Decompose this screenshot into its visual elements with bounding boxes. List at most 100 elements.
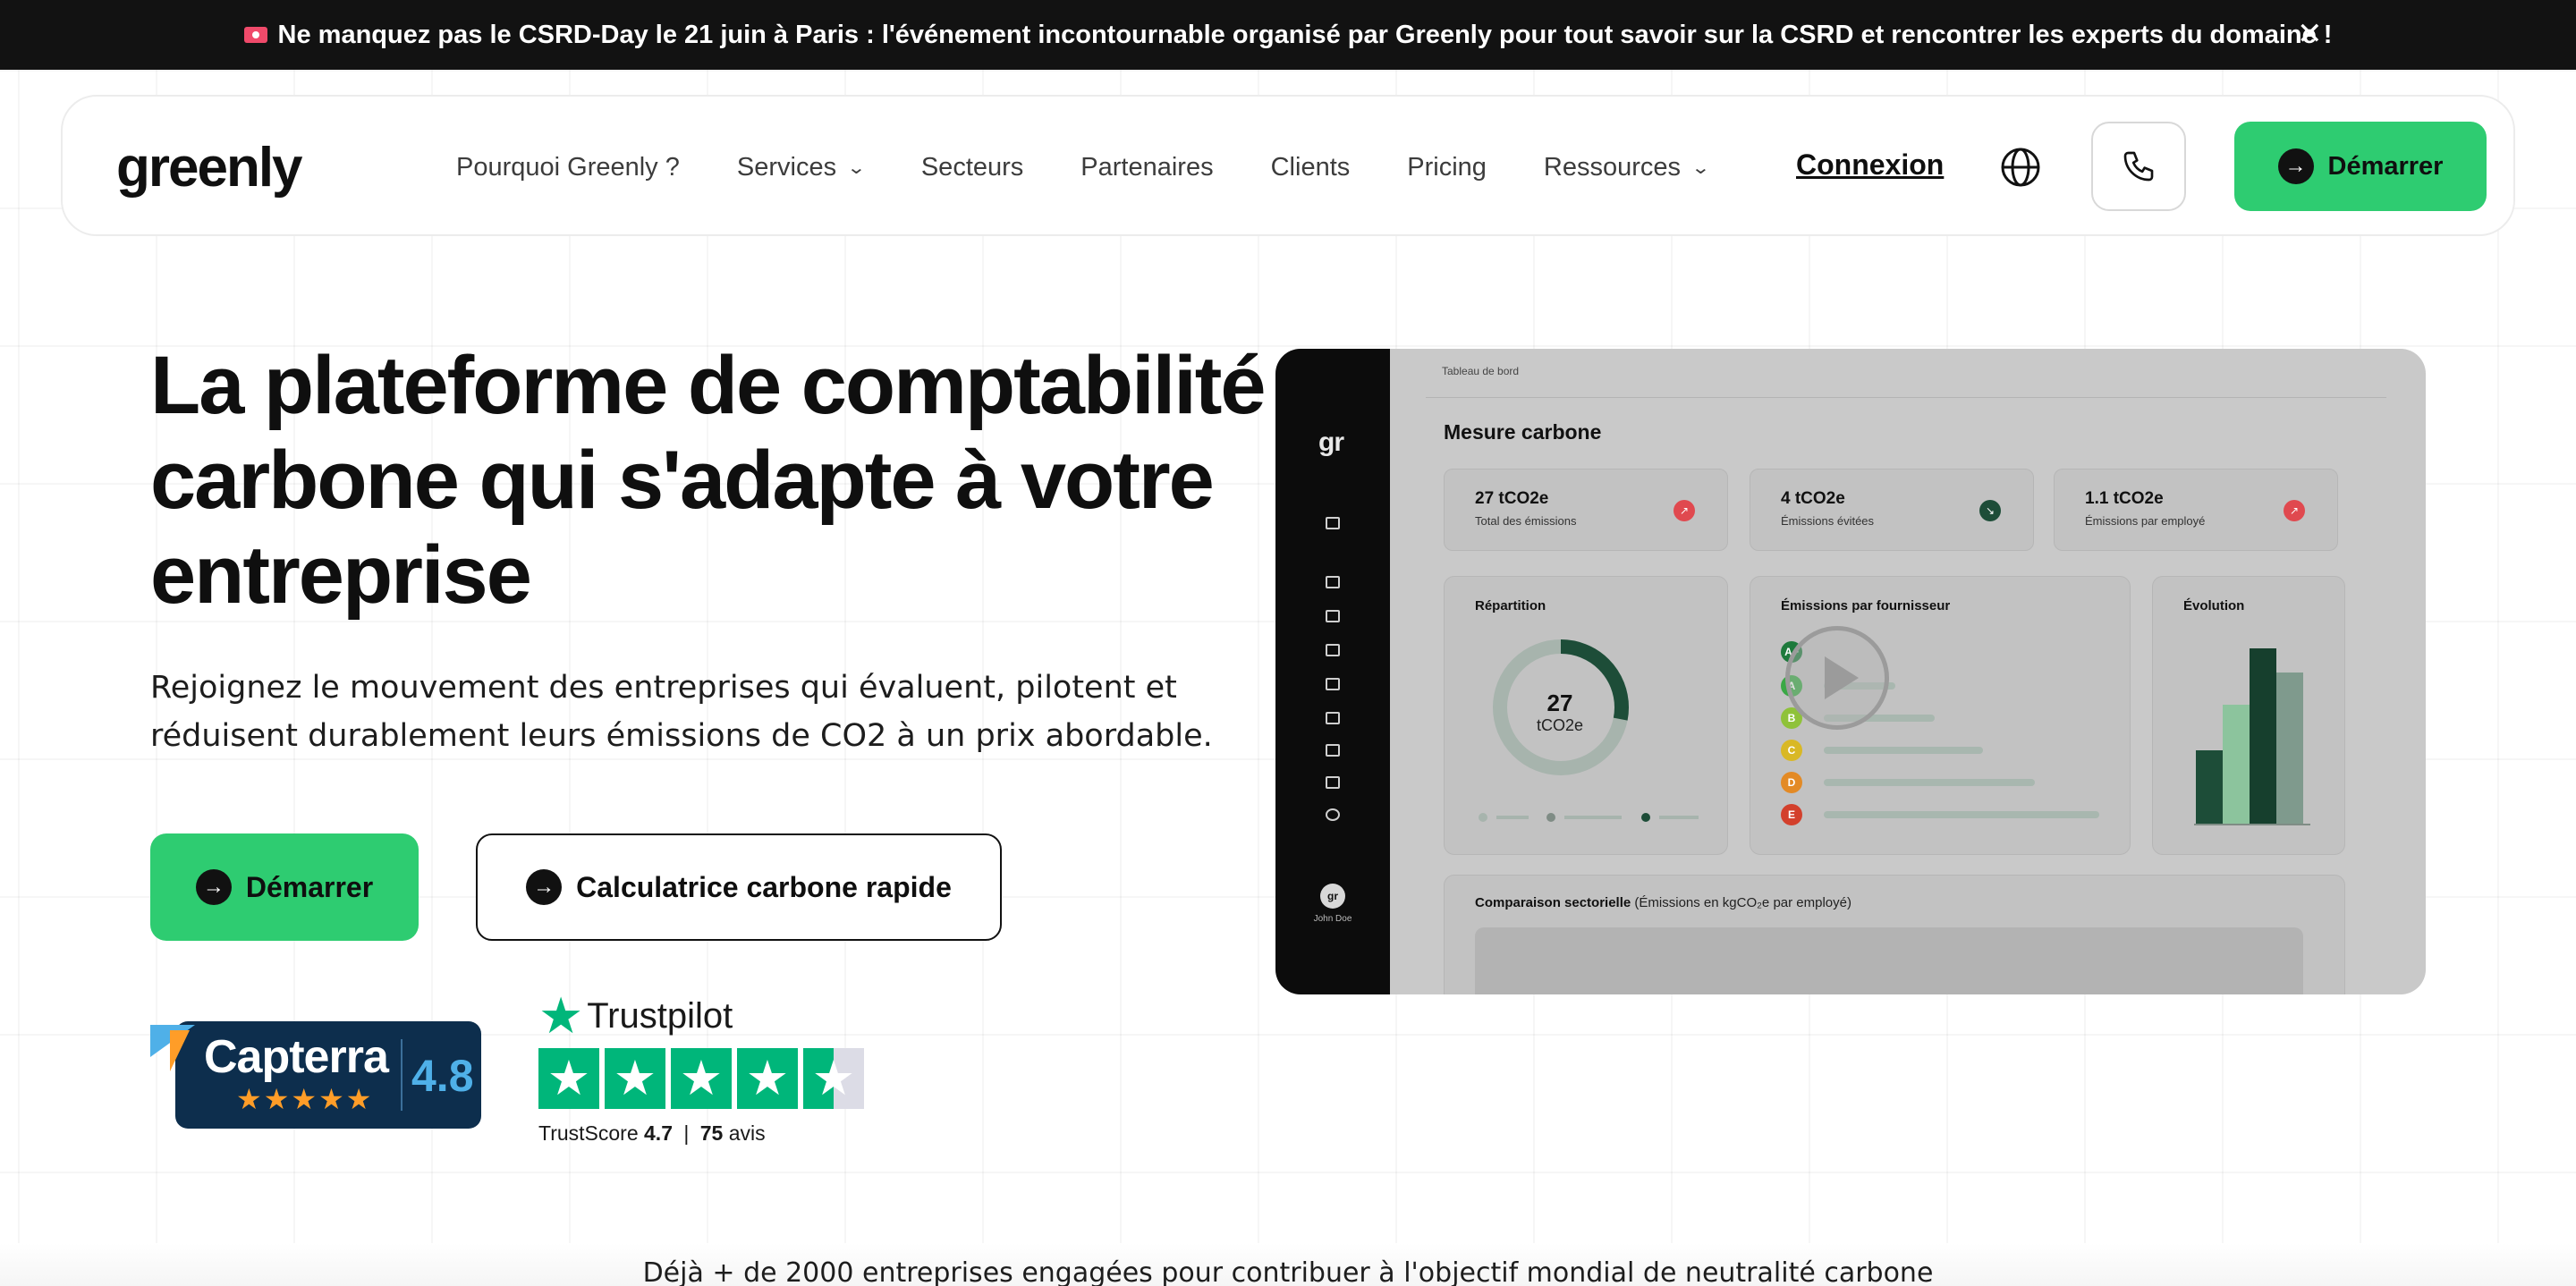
upload-icon xyxy=(1326,576,1340,588)
nav-link-clients[interactable]: Clients xyxy=(1271,153,1351,182)
review-count-label: avis xyxy=(728,1121,766,1145)
nav-link-ressources[interactable]: Ressources ⌄ xyxy=(1543,152,1711,182)
arrow-right-icon: → xyxy=(526,869,563,905)
banner-text: Ne manquez pas le CSRD-Day le 21 juin à … xyxy=(277,20,2333,49)
trustscore-label: TrustScore xyxy=(538,1121,639,1145)
star-icon: ★ xyxy=(671,1048,732,1109)
review-count: 75 xyxy=(699,1121,724,1145)
kpi-card: 27 tCO2e Total des émissions ↗ xyxy=(1444,469,1728,551)
dashboard-title: Mesure carbone xyxy=(1444,420,1602,444)
evolution-bar xyxy=(2196,750,2223,824)
users-icon xyxy=(1326,644,1340,656)
star-icon: ★ xyxy=(605,1048,665,1109)
star-icon: ★ xyxy=(737,1048,798,1109)
capterra-score: 4.8 xyxy=(411,1051,474,1101)
capterra-logo-accent xyxy=(170,1030,190,1071)
arrow-right-icon: → xyxy=(2277,148,2314,184)
dashboard-video-preview[interactable]: gr gr John Doe Tableau de bord Mesure ca… xyxy=(1275,349,2426,994)
comparison-subtitle: (Émissions en kgCO₂e par employé) xyxy=(1634,895,1852,910)
ticket-icon xyxy=(243,27,267,43)
card-title: Répartition xyxy=(1475,598,1546,613)
trustpilot-score: TrustScore 4.7 | 75 avis xyxy=(538,1121,766,1146)
grade-badge: C xyxy=(1781,740,1802,761)
grade-badge: E xyxy=(1781,804,1802,825)
kpi-value: 1.1 tCO2e xyxy=(2085,489,2164,508)
trustscore-separator: | xyxy=(683,1121,690,1145)
grade-bar xyxy=(1824,811,2099,818)
nav-link-label: Pricing xyxy=(1407,152,1487,182)
hero-title: La plateforme de comptabilité carbone qu… xyxy=(150,340,1267,621)
logo-text: greenly xyxy=(116,137,303,199)
grid-icon xyxy=(1326,517,1340,529)
nav-link-pourquoi[interactable]: Pourquoi Greenly ? xyxy=(456,153,680,182)
nav-link-label: Clients xyxy=(1270,152,1351,182)
card-title: Comparaison sectorielle (Émissions en kg… xyxy=(1475,895,1852,910)
capterra-badge[interactable]: Capterra ★★★★★ 4.8 xyxy=(150,1018,481,1129)
kpi-value: 4 tCO2e xyxy=(1781,489,1845,508)
nav-link-services[interactable]: Services ⌄ xyxy=(737,153,867,182)
capterra-divider xyxy=(401,1039,402,1111)
sector-comparison-card: Comparaison sectorielle (Émissions en kg… xyxy=(1444,875,2345,994)
report-icon xyxy=(1326,712,1340,724)
carbon-calculator-button[interactable]: → Calculatrice carbone rapide xyxy=(476,833,1002,941)
main-navigation: greenly Pourquoi Greenly ? Services ⌄ Sec… xyxy=(61,95,2515,236)
phone-icon xyxy=(2123,151,2154,182)
nav-link-label: Secteurs xyxy=(920,152,1024,182)
kpi-value: 27 tCO2e xyxy=(1475,489,1549,508)
nav-link-label: Partenaires xyxy=(1080,152,1214,182)
nav-link-pricing[interactable]: Pricing xyxy=(1407,153,1487,182)
globe-icon[interactable] xyxy=(2000,147,2041,188)
trustpilot-name: Trustpilot xyxy=(587,995,733,1036)
start-button-label: Démarrer xyxy=(245,870,374,903)
greenly-logo[interactable]: greenly xyxy=(116,136,303,199)
chevron-down-icon: ⌄ xyxy=(1690,157,1711,178)
play-button-icon[interactable] xyxy=(1785,626,1889,730)
login-link[interactable]: Connexion xyxy=(1796,148,1944,182)
close-icon[interactable]: ✕ xyxy=(2297,18,2323,50)
store-icon xyxy=(1326,776,1340,789)
evolution-card: Évolution xyxy=(2152,576,2345,855)
nav-link-secteurs[interactable]: Secteurs xyxy=(921,153,1023,182)
trend-up-icon: ↗ xyxy=(2284,500,2305,521)
trustpilot-badge[interactable]: ★ Trustpilot ★ ★ ★ ★ ★ TrustScore 4.7 | … xyxy=(538,991,869,1152)
social-proof-text: Déjà + de 2000 entreprises engagées pour… xyxy=(642,1257,1934,1286)
evolution-bar xyxy=(2250,648,2276,824)
nav-link-label: Ressources xyxy=(1543,152,1682,182)
nav-link-partenaires[interactable]: Partenaires xyxy=(1080,153,1213,182)
trustscore-value: 4.7 xyxy=(644,1121,673,1145)
announcement-banner[interactable]: Ne manquez pas le CSRD-Day le 21 juin à … xyxy=(0,0,2576,70)
gear-icon xyxy=(1326,808,1340,821)
trend-down-icon: ↘ xyxy=(1979,500,2001,521)
factory-icon xyxy=(1326,610,1340,622)
divider xyxy=(1426,397,2386,398)
start-button-label: Démarrer xyxy=(2327,151,2444,181)
start-button[interactable]: → Démarrer xyxy=(150,833,419,941)
kpi-label: Émissions par employé xyxy=(2085,514,2206,528)
breadcrumb: Tableau de bord xyxy=(1442,365,1520,377)
arrow-right-icon: → xyxy=(195,869,232,905)
trustpilot-header: ★ Trustpilot xyxy=(538,991,733,1041)
kpi-card: 1.1 tCO2e Émissions par employé ↗ xyxy=(2054,469,2338,551)
repartition-card: Répartition 27 tCO2e xyxy=(1444,576,1728,855)
chevron-down-icon: ⌄ xyxy=(846,157,867,178)
star-icon: ★ xyxy=(538,1048,599,1109)
phone-button[interactable] xyxy=(2091,122,2186,211)
nav-links: Pourquoi Greenly ? Services ⌄ Secteurs Pa… xyxy=(456,97,1766,238)
legend-strip xyxy=(1479,813,1699,822)
grade-badge: D xyxy=(1781,772,1802,793)
start-button-nav[interactable]: → Démarrer xyxy=(2234,122,2487,211)
evolution-bar xyxy=(2223,705,2250,824)
evolution-bar xyxy=(2276,673,2303,824)
kpi-card: 4 tCO2e Émissions évitées ↘ xyxy=(1750,469,2034,551)
kpi-label: Émissions évitées xyxy=(1781,514,1875,528)
trend-up-icon: ↗ xyxy=(1674,500,1695,521)
trustpilot-stars: ★ ★ ★ ★ ★ xyxy=(538,1048,869,1109)
kpi-label: Total des émissions xyxy=(1475,514,1577,528)
donut-value: 27 xyxy=(1546,690,1573,716)
evolution-axis xyxy=(2194,824,2310,825)
file-icon xyxy=(1326,744,1340,757)
avatar: gr xyxy=(1320,884,1345,909)
dashboard-sidebar: gr gr John Doe xyxy=(1275,349,1390,994)
card-title: Émissions par fournisseur xyxy=(1781,598,1951,613)
comparison-title: Comparaison sectorielle xyxy=(1475,895,1631,910)
